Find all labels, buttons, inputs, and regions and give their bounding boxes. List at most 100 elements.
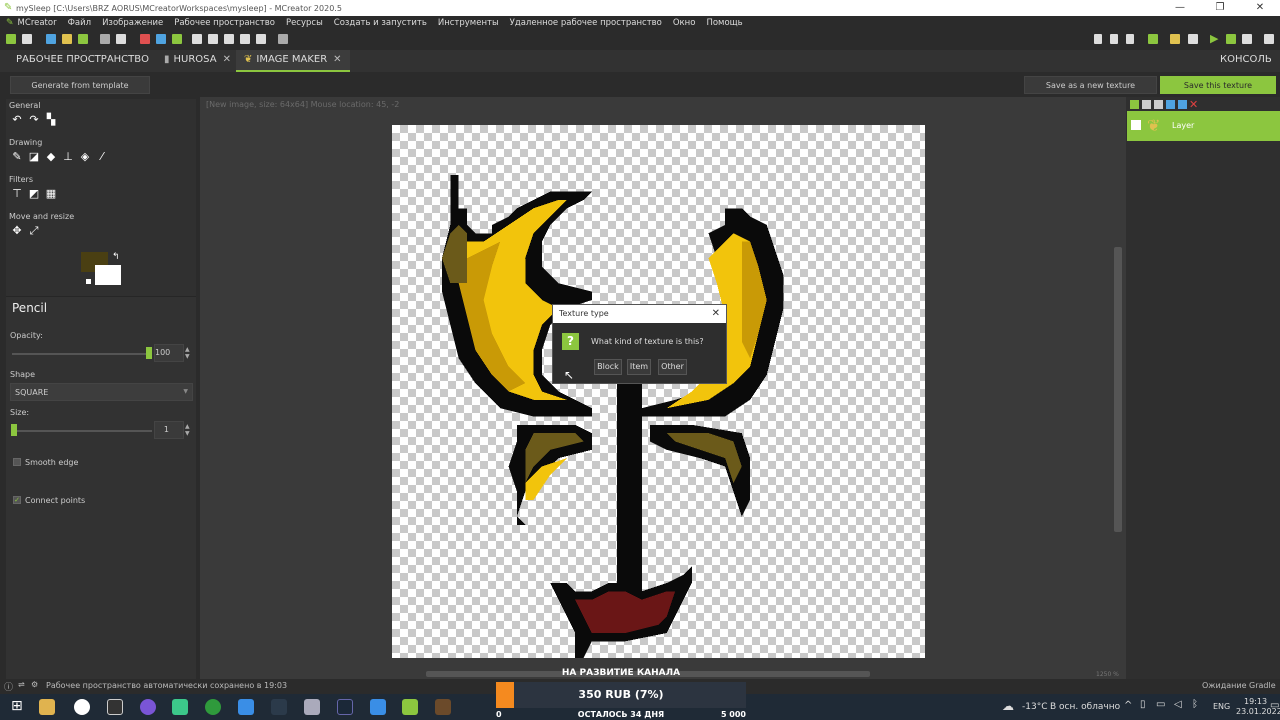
mcreator-taskbar-icon[interactable]: [402, 699, 418, 715]
git-icon[interactable]: [1094, 34, 1102, 44]
volume-icon[interactable]: ◁: [1174, 699, 1182, 710]
edit-layer-icon[interactable]: [1178, 100, 1187, 109]
desaturate-icon[interactable]: ▦: [45, 188, 57, 200]
block-button[interactable]: Block: [594, 359, 622, 375]
file-explorer-icon[interactable]: [39, 699, 55, 715]
display-icon[interactable]: [22, 34, 32, 44]
redo-icon[interactable]: ↷: [28, 114, 40, 126]
close-window-button[interactable]: ✕: [1240, 0, 1280, 16]
weather-temp[interactable]: -13°C: [1022, 702, 1047, 712]
shield-icon[interactable]: [240, 34, 250, 44]
vertical-scrollbar[interactable]: [1114, 247, 1122, 532]
gradle-status-icon[interactable]: ⇌: [18, 680, 25, 689]
colorize-icon[interactable]: ⊤: [11, 188, 23, 200]
download-icon[interactable]: [1110, 34, 1118, 44]
steam-icon[interactable]: [337, 699, 353, 715]
merge-layer-icon[interactable]: [1154, 100, 1163, 109]
stop-icon[interactable]: [1242, 34, 1252, 44]
structure-icon[interactable]: [172, 34, 182, 44]
delete-layer-icon[interactable]: ✕: [1189, 98, 1198, 111]
hue-icon[interactable]: ◩: [28, 188, 40, 200]
app-icon[interactable]: [304, 699, 320, 715]
connect-points-checkbox[interactable]: ✓: [13, 496, 21, 504]
code-icon[interactable]: [46, 34, 56, 44]
workspace-icon[interactable]: [6, 34, 16, 44]
leaf-icon[interactable]: [224, 34, 234, 44]
hammer-icon[interactable]: [1188, 34, 1198, 44]
sound-icon[interactable]: [208, 34, 218, 44]
brush-icon[interactable]: [256, 34, 266, 44]
list-icon[interactable]: [278, 34, 288, 44]
weather-desc[interactable]: В осн. облачно: [1050, 702, 1120, 712]
export-icon[interactable]: [1264, 34, 1274, 44]
fill-bucket-icon[interactable]: ◈: [79, 151, 91, 163]
folder-icon[interactable]: [62, 34, 72, 44]
secondary-color-swatch[interactable]: [95, 265, 121, 285]
diamond-icon[interactable]: [238, 699, 254, 715]
yandex-browser-icon[interactable]: [74, 699, 90, 715]
layer-up-icon[interactable]: [1166, 100, 1175, 109]
minecraft-icon[interactable]: [435, 699, 451, 715]
tab-workspace[interactable]: РАБОЧЕЕ ПРОСТРАНСТВО: [8, 50, 157, 72]
undo-icon[interactable]: ↶: [11, 114, 23, 126]
save-as-new-texture-button[interactable]: Save as a new texture: [1024, 76, 1157, 94]
size-input[interactable]: 1: [154, 421, 184, 439]
resize-icon[interactable]: ⤢: [28, 225, 40, 237]
opacity-input[interactable]: 100: [154, 344, 184, 362]
messenger-icon[interactable]: [172, 699, 188, 715]
swap-colors-icon[interactable]: ▚: [45, 114, 57, 126]
block-icon[interactable]: [100, 34, 110, 44]
upload-icon[interactable]: [1126, 34, 1134, 44]
notifications-icon[interactable]: ▭: [1270, 700, 1279, 711]
network-icon[interactable]: ▭: [1156, 699, 1165, 710]
menu-build-run[interactable]: Создать и запустить: [334, 18, 427, 28]
menu-workspace[interactable]: Рабочее пространство: [174, 18, 275, 28]
dialog-close-icon[interactable]: ✕: [712, 305, 720, 323]
bluetooth-icon[interactable]: ᛒ: [1192, 699, 1198, 710]
edge-icon[interactable]: [370, 699, 386, 715]
duplicate-layer-icon[interactable]: [1142, 100, 1151, 109]
xbox-icon[interactable]: [205, 699, 221, 715]
info-icon[interactable]: ⓘ: [4, 680, 13, 693]
image-icon[interactable]: [192, 34, 202, 44]
size-slider[interactable]: [12, 430, 152, 432]
menu-file[interactable]: Файл: [68, 18, 91, 28]
discord-icon[interactable]: [140, 699, 156, 715]
edit-icon[interactable]: [1170, 34, 1180, 44]
grid-icon[interactable]: [156, 34, 166, 44]
menu-image[interactable]: Изображение: [102, 18, 163, 28]
other-button[interactable]: Other: [658, 359, 687, 375]
stamp-icon[interactable]: ⊥: [62, 151, 74, 163]
opacity-slider-knob[interactable]: [146, 347, 152, 359]
terminal-icon[interactable]: [271, 699, 287, 715]
tab-image-maker[interactable]: ❦ IMAGE MAKER ✕: [236, 50, 350, 72]
language-indicator[interactable]: ENG: [1213, 702, 1230, 711]
close-tab-icon[interactable]: ✕: [333, 54, 341, 65]
menu-tools[interactable]: Инструменты: [438, 18, 499, 28]
close-tab-icon[interactable]: ✕: [223, 54, 231, 65]
settings-icon[interactable]: ⚙: [31, 680, 38, 689]
menu-remote-workspace[interactable]: Удаленное рабочее пространство: [510, 18, 662, 28]
shape-select[interactable]: SQUARE ▼: [10, 383, 193, 401]
gradle-icon[interactable]: [78, 34, 88, 44]
save-this-texture-button[interactable]: Save this texture: [1160, 76, 1276, 94]
tools-icon[interactable]: [116, 34, 126, 44]
opacity-spinner-icon[interactable]: ▲ ▼: [185, 346, 190, 360]
eraser-icon[interactable]: ◆: [45, 151, 57, 163]
maximize-button[interactable]: ❐: [1200, 0, 1240, 16]
swap-arrow-icon[interactable]: ↰: [112, 252, 120, 262]
move-icon[interactable]: ✥: [11, 225, 23, 237]
minimize-button[interactable]: —: [1160, 0, 1200, 16]
pencil-icon[interactable]: ✎: [11, 151, 23, 163]
layer-item[interactable]: ❦ Layer: [1127, 111, 1280, 141]
tab-console[interactable]: КОНСОЛЬ: [1212, 50, 1280, 72]
windows-start-icon[interactable]: ⊞: [11, 698, 23, 714]
opacity-slider[interactable]: [12, 353, 152, 355]
run-server-icon[interactable]: [1226, 34, 1236, 44]
show-hidden-icons-icon[interactable]: ^: [1124, 700, 1132, 711]
menu-mcreator[interactable]: MCreator: [18, 18, 57, 28]
menu-help[interactable]: Помощь: [706, 18, 742, 28]
run-icon[interactable]: ▶: [1210, 32, 1218, 45]
menu-resources[interactable]: Ресурсы: [286, 18, 323, 28]
shape-icon[interactable]: ◪: [28, 151, 40, 163]
